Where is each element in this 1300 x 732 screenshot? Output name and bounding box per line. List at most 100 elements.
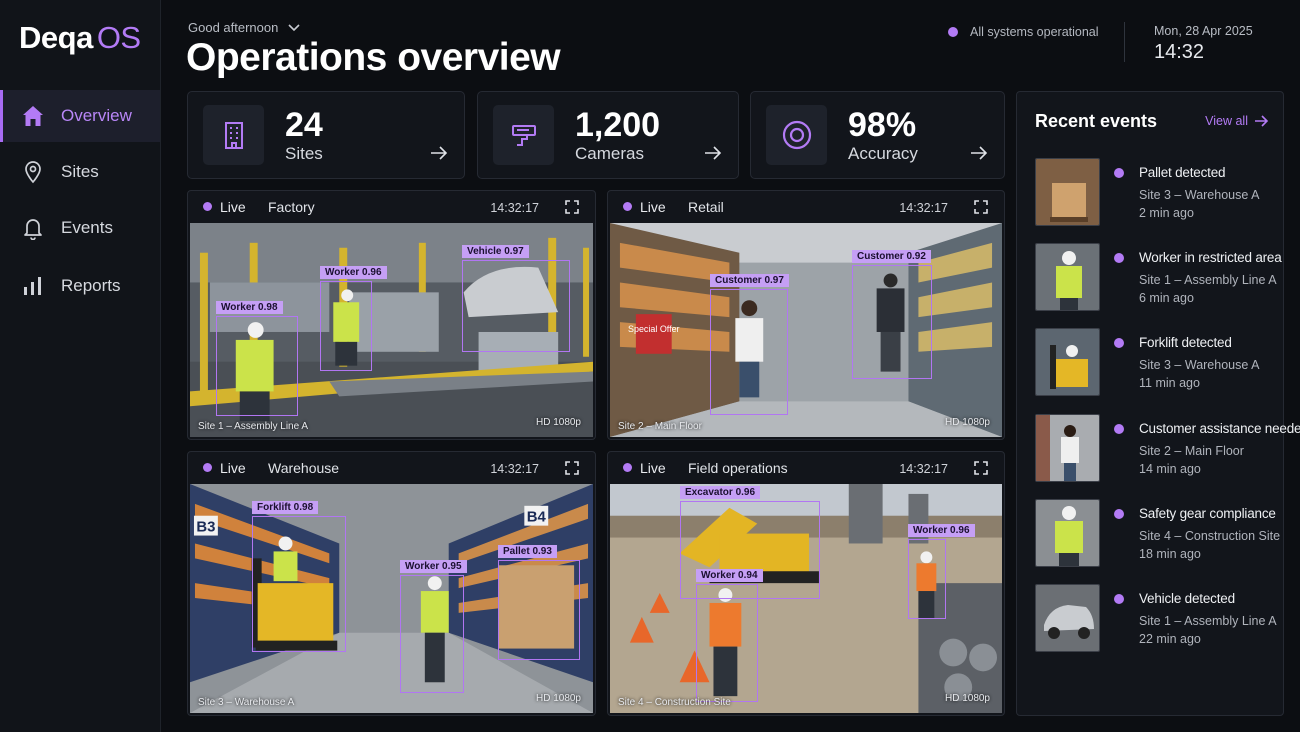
camera-panel-warehouse[interactable]: Live Warehouse 14:32:17 B3 B4 Forklift 0… (187, 451, 596, 716)
detection-box-customer[interactable]: Customer 0.92 (852, 250, 932, 379)
stat-card-cameras[interactable]: 1,200 Cameras (477, 91, 739, 179)
live-dot (623, 463, 632, 472)
camera-name: Field operations (688, 460, 788, 476)
event-site: Site 3 – Warehouse A (1139, 188, 1260, 202)
event-dot (1114, 253, 1124, 263)
recent-events-panel: Recent events View all Pallet detected S… (1016, 91, 1300, 716)
target-icon (782, 120, 811, 150)
camera-feed[interactable]: Excavator 0.96 Worker 0.94 Worker 0.96 S… (610, 484, 1002, 713)
camera-quality-label: HD 1080p (535, 417, 581, 428)
sidebar-item-reports[interactable]: Reports (0, 260, 160, 312)
camera-panel-factory[interactable]: Live Factory 14:32:17 Worker 0.98 Worker… (187, 190, 596, 440)
chevron-down-icon (288, 23, 300, 31)
stat-card-accuracy[interactable]: 98% Accuracy (750, 91, 1005, 179)
event-item[interactable]: Pallet detected Site 3 – Warehouse A 2 m… (1035, 158, 1275, 228)
live-label: Live (640, 199, 666, 215)
camera-location-caption: Site 2 – Main Floor (618, 421, 702, 432)
event-title: Forklift detected (1139, 335, 1232, 350)
greeting-dropdown[interactable]: Good afternoon (188, 20, 300, 35)
view-all-label: View all (1205, 114, 1248, 128)
fullscreen-icon[interactable] (565, 200, 579, 214)
view-all-link[interactable]: View all (1205, 114, 1269, 128)
camera-quality-label: HD 1080p (944, 693, 990, 704)
detection-label: Pallet 0.93 (498, 545, 557, 558)
event-thumbnail (1035, 414, 1100, 482)
event-title: Customer assistance needed (1139, 421, 1300, 436)
detection-label: Forklift 0.98 (252, 501, 319, 514)
arrow-right-icon[interactable] (430, 144, 448, 162)
event-dot (1114, 594, 1124, 604)
detection-box-worker[interactable]: Worker 0.95 (400, 560, 467, 693)
arrow-right-icon[interactable] (704, 144, 722, 162)
fullscreen-icon[interactable] (565, 461, 579, 475)
event-item[interactable]: Vehicle detected Site 1 – Assembly Line … (1035, 584, 1277, 654)
sidebar-item-sites[interactable]: Sites (0, 146, 160, 198)
detection-label: Worker 0.95 (400, 560, 467, 573)
detection-box-worker[interactable]: Worker 0.98 (216, 301, 298, 416)
event-time-ago: 14 min ago (1139, 462, 1201, 476)
stat-label: Accuracy (848, 144, 918, 163)
special-offer-sign: Special Offer (628, 324, 680, 334)
live-dot (623, 202, 632, 211)
stat-label: Cameras (575, 144, 644, 163)
location-pin-icon (25, 161, 41, 184)
stat-card-sites[interactable]: 24 Sites (187, 91, 465, 179)
event-thumbnail (1035, 584, 1100, 652)
app-logo[interactable]: Deqa OS (19, 20, 141, 56)
sidebar-item-label: Reports (61, 276, 121, 295)
stat-label: Sites (285, 144, 323, 163)
detection-label: Worker 0.96 (908, 524, 975, 537)
event-title: Vehicle detected (1139, 591, 1235, 606)
event-time-ago: 6 min ago (1139, 291, 1194, 305)
sidebar-item-label: Events (61, 218, 113, 237)
camera-feed[interactable]: B3 B4 Forklift 0.98 Worker 0.95 Pallet 0… (190, 484, 593, 713)
detection-box-vehicle[interactable]: Vehicle 0.97 (462, 245, 570, 352)
camera-location-caption: Site 3 – Warehouse A (198, 697, 295, 708)
event-dot (1114, 509, 1124, 519)
camera-header: Live Warehouse 14:32:17 (188, 452, 595, 483)
event-item[interactable]: Customer assistance needed Site 2 – Main… (1035, 414, 1300, 484)
camera-panel-retail[interactable]: Live Retail 14:32:17 Special Offer Custo… (607, 190, 1005, 440)
arrow-right-icon[interactable] (970, 144, 988, 162)
retail-scene-image: Special Offer (610, 223, 1002, 437)
event-time-ago: 22 min ago (1139, 632, 1201, 646)
event-item[interactable]: Forklift detected Site 3 – Warehouse A 1… (1035, 328, 1275, 398)
status-dot (948, 27, 958, 37)
camera-feed[interactable]: Special Offer Customer 0.97 Customer 0.9… (610, 223, 1002, 437)
detection-box-worker[interactable]: Worker 0.96 (320, 266, 387, 371)
camera-panel-field-operations[interactable]: Live Field operations 14:32:17 Excavator… (607, 451, 1005, 716)
sidebar-item-label: Sites (61, 162, 99, 181)
live-label: Live (220, 460, 246, 476)
event-title: Pallet detected (1139, 165, 1226, 180)
stat-value: 1,200 (575, 106, 661, 144)
live-label: Live (640, 460, 666, 476)
camera-icon (511, 125, 536, 146)
sidebar-item-events[interactable]: Events (0, 202, 160, 254)
event-dot (1114, 424, 1124, 434)
camera-quality-label: HD 1080p (944, 417, 990, 428)
camera-name: Factory (268, 199, 315, 215)
camera-header: Live Factory 14:32:17 (188, 191, 595, 222)
detection-box-customer[interactable]: Customer 0.97 (710, 274, 789, 415)
sidebar-item-label: Overview (61, 106, 132, 125)
event-item[interactable]: Safety gear compliance Site 4 – Construc… (1035, 499, 1280, 569)
detection-label: Vehicle 0.97 (462, 245, 529, 258)
event-item[interactable]: Worker in restricted area Site 1 – Assem… (1035, 243, 1282, 313)
stat-icon-box (203, 105, 264, 165)
current-time: 14:32 (1154, 41, 1205, 63)
detection-box-pallet[interactable]: Pallet 0.93 (498, 545, 580, 660)
arrow-right-icon (1255, 115, 1269, 127)
stat-icon-box (493, 105, 554, 165)
system-status: All systems operational (948, 25, 1099, 39)
event-time-ago: 11 min ago (1139, 376, 1200, 390)
status-text: All systems operational (970, 25, 1099, 39)
detection-box-worker[interactable]: Worker 0.96 (908, 524, 975, 619)
home-icon (23, 106, 43, 126)
camera-feed[interactable]: Worker 0.98 Worker 0.96 Vehicle 0.97 Sit… (190, 223, 593, 437)
event-time-ago: 18 min ago (1139, 547, 1201, 561)
detection-box-worker[interactable]: Worker 0.94 (696, 569, 763, 702)
fullscreen-icon[interactable] (974, 200, 988, 214)
sidebar-item-overview[interactable]: Overview (0, 90, 160, 142)
detection-box-forklift[interactable]: Forklift 0.98 (252, 501, 346, 652)
fullscreen-icon[interactable] (974, 461, 988, 475)
